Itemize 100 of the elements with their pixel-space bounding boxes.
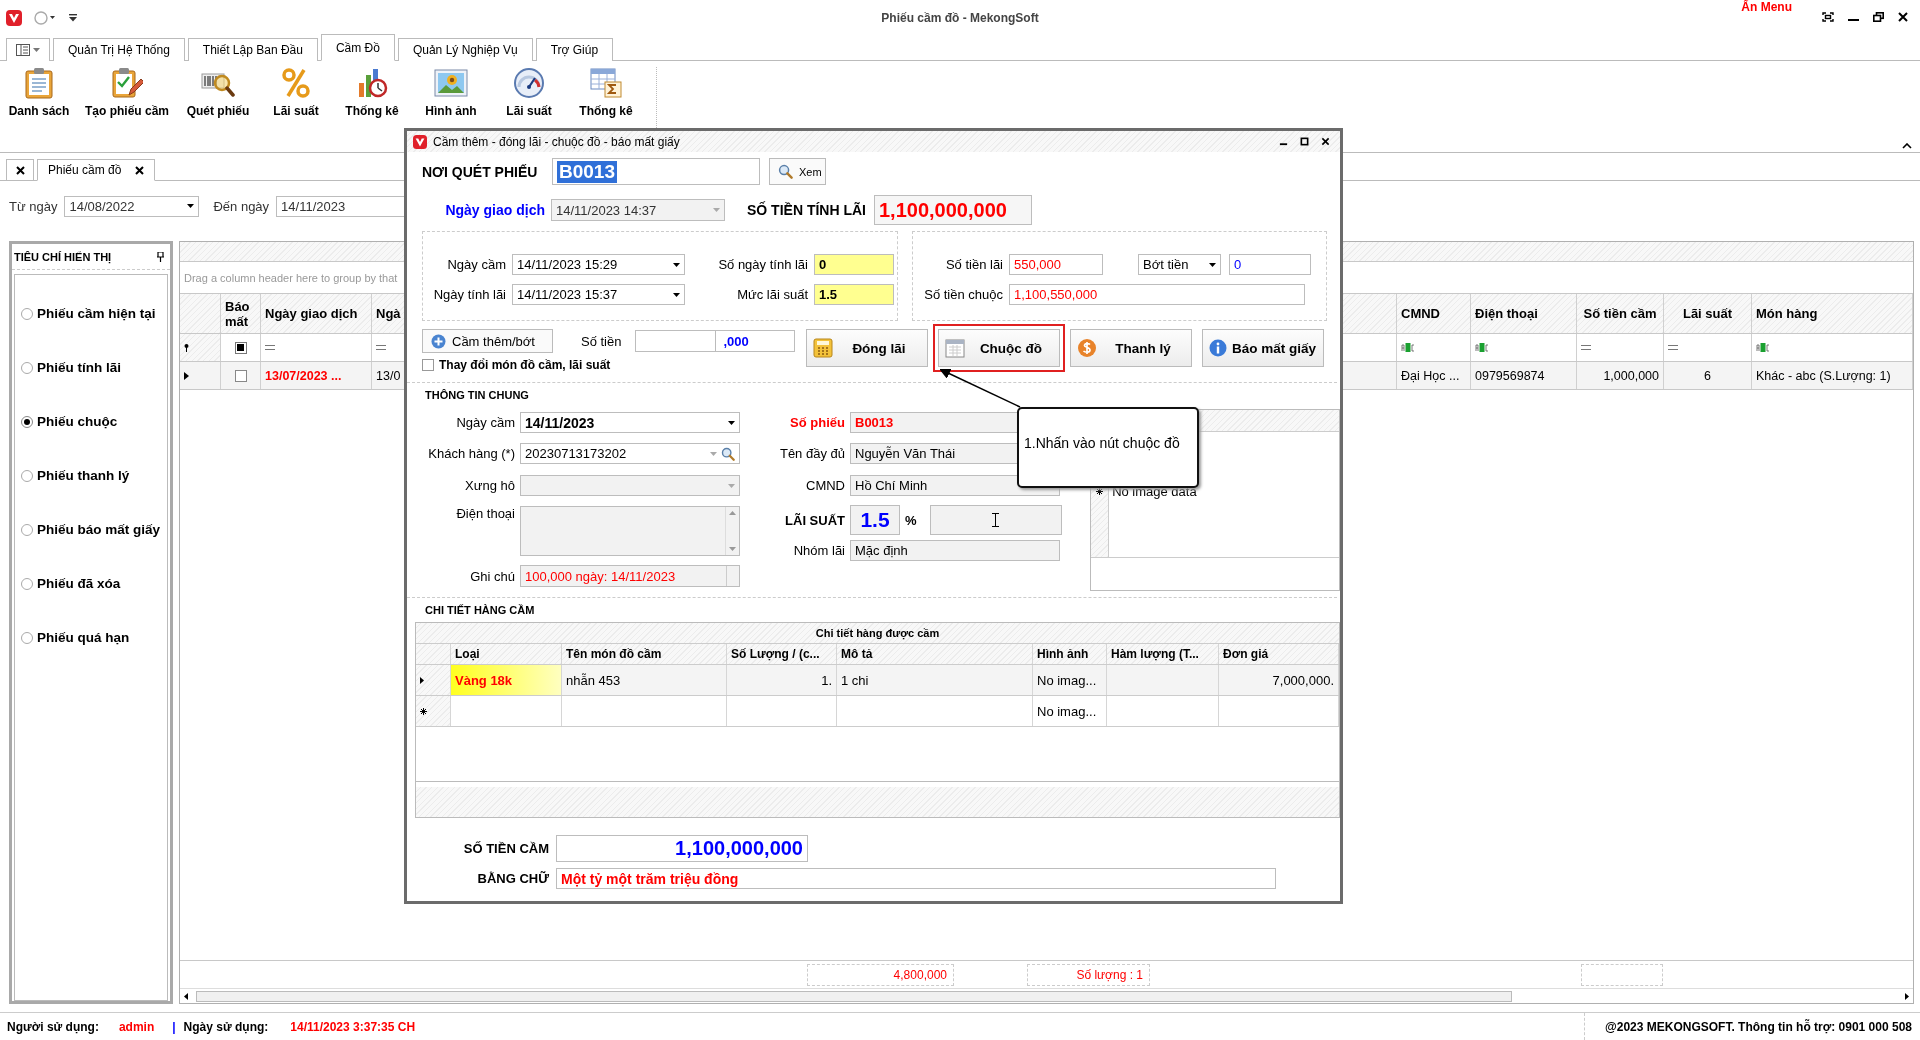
ribbon-tab[interactable]: Thiết Lập Ban Đầu <box>187 38 318 61</box>
hide-menu-link[interactable]: Ẩn Menu <box>1741 0 1792 22</box>
column-header[interactable]: Mô tả <box>837 644 1033 664</box>
scroll-right-icon[interactable] <box>1905 992 1909 1000</box>
circle-dropdown-icon[interactable] <box>34 11 56 25</box>
text-filter-icon[interactable] <box>1475 343 1489 352</box>
pin-icon[interactable] <box>157 251 164 262</box>
text-cursor-icon <box>992 513 1000 527</box>
scroll-left-icon[interactable] <box>184 992 188 1000</box>
field-label: Mức lãi suất <box>737 287 808 302</box>
radio-button[interactable] <box>21 307 33 320</box>
discount-dropdown[interactable]: Bớt tiền <box>1138 254 1221 275</box>
equals-icon[interactable] <box>265 345 275 350</box>
equals-icon[interactable] <box>376 345 386 350</box>
ribbon-button[interactable]: Thống kê <box>336 61 408 152</box>
column-header[interactable]: Đơn giá <box>1219 644 1339 664</box>
column-header[interactable]: Hàm lượng (T... <box>1107 644 1219 664</box>
amount-field[interactable]: 1,100,000,000 <box>874 195 1032 225</box>
note-field[interactable]: 100,000 ngày: 14/11/2023 <box>520 565 740 587</box>
date-dropdown[interactable]: 14/11/2023 15:29 <box>512 254 685 275</box>
ribbon-button[interactable]: Tạo phiếu cầm <box>74 61 180 152</box>
radio-button[interactable] <box>21 361 33 374</box>
radio-label[interactable]: Phiếu cầm hiện tại <box>37 306 156 321</box>
add-pawn-button[interactable]: Cầm thêm/bớt <box>422 329 553 353</box>
total-amount-field[interactable]: 1,100,000,000 <box>556 835 808 862</box>
amount-input[interactable]: ,000 <box>635 330 796 352</box>
close-icon[interactable] <box>1898 12 1908 22</box>
radio-button[interactable] <box>21 577 33 590</box>
column-header[interactable]: CMND <box>1397 294 1471 333</box>
radio-label[interactable]: Phiếu báo mất giấy <box>37 522 161 537</box>
column-header[interactable]: Ngày giao dịch <box>261 294 372 333</box>
column-header[interactable]: Số tiền cầm <box>1577 294 1664 333</box>
column-header[interactable]: Điện thoại <box>1471 294 1577 333</box>
field-label: Số tiền <box>581 333 622 349</box>
scroll-up-icon[interactable] <box>729 511 736 515</box>
checkbox[interactable] <box>234 369 247 382</box>
radio-button[interactable] <box>21 415 33 428</box>
customer-dropdown[interactable]: 20230713173202 <box>520 443 740 464</box>
amount-in-words-field[interactable]: Một tỷ một trăm triệu đồng <box>556 868 1276 889</box>
column-header[interactable]: Báo mất <box>221 294 261 333</box>
radio-label[interactable]: Phiếu chuộc <box>37 414 118 429</box>
radio-label[interactable]: Phiếu thanh lý <box>37 468 130 483</box>
action-button[interactable]: Thanh lý <box>1070 329 1192 367</box>
equals-icon[interactable] <box>1581 345 1591 350</box>
view-button[interactable]: Xem <box>769 158 826 185</box>
ribbon-button[interactable]: Lãi suất <box>256 61 336 152</box>
action-button[interactable]: Chuộc đồ <box>938 329 1060 367</box>
field-label: CMND <box>806 478 845 493</box>
ribbon-tab[interactable]: Quản Lý Nghiệp Vụ <box>397 38 533 61</box>
unit-label: % <box>905 512 917 528</box>
maximize-icon[interactable] <box>1300 137 1309 146</box>
document-tab[interactable]: Phiếu cầm đồ <box>37 159 156 181</box>
text-field[interactable] <box>929 505 1062 535</box>
redeem-field[interactable]: 1,100,550,000 <box>1009 284 1305 305</box>
date-dropdown[interactable]: 14/11/2023 14:37 <box>551 199 725 221</box>
date-dropdown[interactable]: 14/08/2022 <box>64 195 200 217</box>
collapse-icon[interactable] <box>1902 143 1912 149</box>
text-filter-icon[interactable] <box>1401 343 1415 352</box>
radio-button[interactable] <box>21 469 33 482</box>
interest-rate-field[interactable]: 1.5 <box>850 505 900 535</box>
column-header[interactable]: Loại <box>451 644 562 664</box>
text-filter-icon[interactable] <box>1756 343 1770 352</box>
ribbon-tab[interactable]: Cầm Đồ <box>320 34 395 61</box>
interest-group-field[interactable]: Mặc định <box>850 540 1060 561</box>
ribbon-tab[interactable]: Trợ Giúp <box>535 38 614 61</box>
discount-field[interactable]: 0 <box>1229 254 1311 275</box>
days-field[interactable]: 0 <box>814 254 894 275</box>
column-header[interactable]: Hình ảnh <box>1033 644 1107 664</box>
date-dropdown[interactable]: 14/11/2023 15:37 <box>512 284 685 305</box>
ribbon-button[interactable]: Danh sách <box>4 61 74 152</box>
radio-label[interactable]: Phiếu đã xóa <box>37 576 121 591</box>
menu-dropdown[interactable] <box>6 38 50 61</box>
date-dropdown[interactable]: 14/11/2023 <box>520 412 740 433</box>
ribbon-button[interactable]: Quét phiếu <box>180 61 256 152</box>
action-button[interactable]: Đóng lãi <box>806 329 928 367</box>
action-button[interactable]: Báo mất giấy <box>1202 329 1324 367</box>
horizontal-scrollbar[interactable] <box>180 988 1913 1003</box>
rate-field[interactable]: 1.5 <box>814 284 894 305</box>
close-icon[interactable] <box>135 165 145 175</box>
interest-field[interactable]: 550,000 <box>1009 254 1103 275</box>
ribbon-tab[interactable]: Quản Trị Hệ Thống <box>53 38 185 61</box>
field-label: Ngày cầm <box>456 415 515 430</box>
table-cell: Đại Học ... <box>1397 362 1471 389</box>
ticket-input[interactable]: B0013 <box>552 158 760 185</box>
radio-button[interactable] <box>21 523 33 536</box>
radio-label[interactable]: Phiếu quá hạn <box>37 630 130 645</box>
column-header[interactable]: Lãi suất <box>1664 294 1752 333</box>
checkbox[interactable] <box>422 359 434 371</box>
close-icon[interactable] <box>1321 137 1330 146</box>
filter-checkbox[interactable] <box>234 341 247 354</box>
fullscreen-icon[interactable] <box>1822 12 1834 22</box>
column-header[interactable]: Tên món đồ cầm <box>562 644 727 664</box>
radio-button[interactable] <box>21 631 33 644</box>
column-header[interactable]: Món hàng <box>1752 294 1913 333</box>
equals-icon[interactable] <box>1668 345 1678 350</box>
customize-toolbar-icon[interactable] <box>68 14 78 22</box>
radio-label[interactable]: Phiếu tính lãi <box>37 360 121 375</box>
close-tab[interactable] <box>6 159 34 181</box>
column-header[interactable]: Số Lượng / (c... <box>727 644 837 664</box>
restore-icon[interactable] <box>1873 12 1884 22</box>
